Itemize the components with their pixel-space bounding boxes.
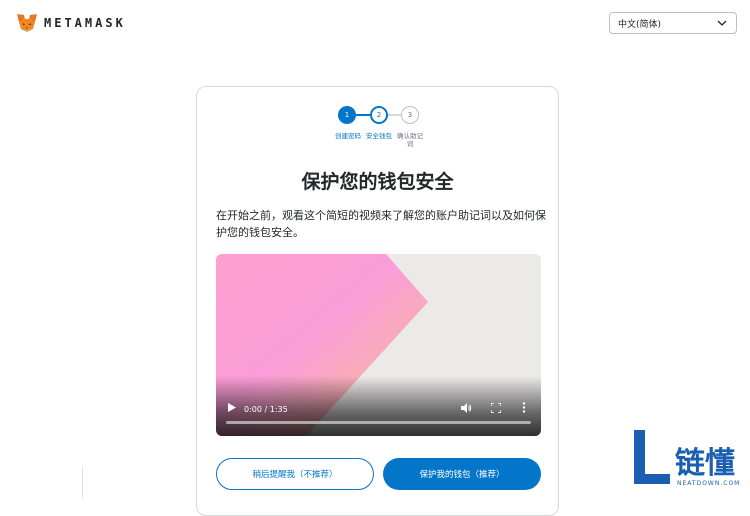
step-1-label: 创建密码 [335, 132, 361, 140]
volume-icon[interactable] [461, 403, 472, 413]
step-connector [388, 114, 401, 116]
top-bar: METAMASK 中文(简体) [0, 0, 750, 50]
chevron-down-icon [717, 20, 727, 26]
video-progress-bar[interactable] [226, 421, 531, 424]
step-3-indicator: 3 [401, 106, 419, 124]
page-description: 在开始之前，观看这个简短的视频来了解您的账户助记词以及如何保护您的钱包安全。 [216, 209, 546, 239]
play-icon[interactable] [228, 403, 236, 412]
secure-wallet-button[interactable]: 保护我的钱包（推荐） [383, 458, 541, 490]
step-connector [356, 114, 370, 116]
page-title: 保护您的钱包安全 [301, 171, 454, 193]
step-1-indicator: 1 [338, 106, 356, 124]
language-select[interactable]: 中文(简体) [609, 12, 737, 34]
watermark-text: 链懂 [675, 446, 735, 481]
video-time: 0:00 / 1:35 [244, 405, 288, 414]
remind-later-button[interactable]: 稍后提醒我（不推荐） [216, 458, 374, 490]
watermark-subtext: NEATDOWN.COM [677, 480, 741, 487]
language-value: 中文(简体) [618, 19, 662, 30]
more-options-icon[interactable] [522, 402, 526, 413]
step-2-indicator: 2 [370, 106, 388, 124]
fullscreen-icon[interactable] [491, 403, 501, 413]
fox-icon [17, 14, 37, 32]
video-player[interactable]: 0:00 / 1:35 [216, 254, 541, 436]
step-3-label: 确认助记词 [397, 132, 423, 148]
step-2-label: 安全钱包 [366, 132, 392, 140]
video-controls: 0:00 / 1:35 [216, 376, 541, 436]
metamask-logo[interactable]: METAMASK [16, 12, 126, 34]
brand-name: METAMASK [44, 16, 126, 30]
secure-wallet-card: 1 2 3 创建密码 安全钱包 确认助记词 保护您的钱包安全 在开始之前，观看这… [196, 86, 559, 516]
divider [82, 466, 83, 498]
